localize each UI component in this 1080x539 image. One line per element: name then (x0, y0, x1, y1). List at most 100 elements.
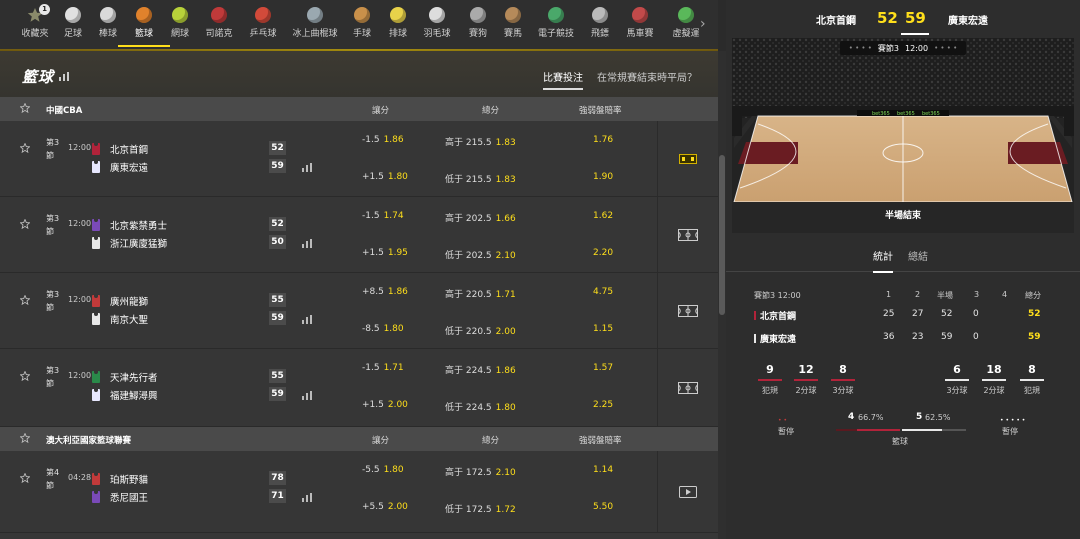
team1-stat: 12 2分球 (793, 363, 819, 396)
tab-summary[interactable]: 總結 (908, 248, 928, 263)
sport-tab-label: 乒乓球 (249, 29, 277, 39)
handicap-odds[interactable]: +1.5 1.95 (362, 248, 408, 258)
handicap-odds[interactable]: +1.5 1.80 (362, 172, 408, 182)
handicap-price: 1.86 (383, 135, 404, 145)
star-icon[interactable] (19, 432, 31, 444)
total-line: 高于 202.5 (445, 214, 492, 224)
match-media-button[interactable] (657, 273, 717, 348)
match-media-button[interactable] (657, 349, 717, 426)
handicap-odds[interactable]: -1.5 1.86 (362, 135, 404, 145)
sport-tab-ice-hockey[interactable]: 冰上曲棍球 (293, 7, 338, 45)
match-stats-button[interactable] (302, 493, 312, 505)
badminton-icon (429, 7, 445, 23)
stats-bars-icon[interactable] (302, 391, 312, 400)
moneyline-odds[interactable]: 1.14 (593, 465, 613, 475)
stat-underline (982, 379, 1006, 381)
match-period: 第3節 (46, 138, 60, 160)
handicap-odds[interactable]: -1.5 1.74 (362, 211, 404, 221)
handicap-price: 1.80 (387, 172, 408, 182)
moneyline-odds[interactable]: 5.50 (593, 502, 613, 512)
stats-bars-icon[interactable] (302, 315, 312, 324)
handicap-odds[interactable]: -8.5 1.80 (362, 324, 404, 334)
match-favorite[interactable] (19, 142, 31, 156)
match-clock: 12:00 (68, 219, 92, 228)
moneyline-odds[interactable]: 1.57 (593, 363, 613, 373)
match-row[interactable]: 第4節 04:28 珀斯野貓 78 悉尼國王 71 -5.5 1.80 高于 172.5 2.10… (0, 451, 718, 533)
row2-q1: 36 (883, 332, 895, 342)
match-favorite[interactable] (19, 472, 31, 486)
star-icon[interactable] (19, 370, 31, 382)
handicap-odds[interactable]: -1.5 1.71 (362, 363, 404, 373)
match-favorite[interactable] (19, 218, 31, 232)
stats-bars-icon[interactable] (59, 72, 69, 81)
match-clock: 12:00 (68, 143, 92, 152)
stats-bars-icon[interactable] (302, 163, 312, 172)
star-icon[interactable] (19, 218, 31, 230)
tab-stats[interactable]: 統計 (873, 248, 893, 273)
sport-tab-esports[interactable]: 電子競技 (534, 7, 578, 45)
match-row[interactable]: 第3節 12:00 天津先行者 55 福建鱘潯興 59 -1.5 1.71 高于 224.5 1.… (0, 349, 718, 427)
total-odds[interactable]: 低于 224.5 1.80 (445, 400, 516, 413)
handicap-odds[interactable]: +5.5 2.00 (362, 502, 408, 512)
match-row[interactable]: 第3節 12:00 北京紫禁勇士 52 浙江廣廈猛獅 50 -1.5 1.74 高于 202.5… (0, 197, 718, 273)
match-stats-button[interactable] (302, 391, 312, 403)
star-icon[interactable] (19, 142, 31, 154)
league-favorite[interactable] (19, 432, 31, 446)
star-icon[interactable] (19, 294, 31, 306)
scrollbar[interactable] (718, 51, 726, 539)
stats-bars-icon[interactable] (302, 493, 312, 502)
sport-tab-tennis[interactable]: 網球 (158, 7, 202, 45)
total-odds[interactable]: 低于 172.5 1.72 (445, 502, 516, 515)
match-favorite[interactable] (19, 370, 31, 384)
match-stats-button[interactable] (302, 315, 312, 327)
score-underline (901, 33, 929, 35)
moneyline-odds[interactable]: 2.20 (593, 248, 613, 258)
moneyline-odds[interactable]: 4.75 (593, 287, 613, 297)
total-odds[interactable]: 高于 220.5 1.71 (445, 287, 516, 300)
sport-tab-volleyball[interactable]: 排球 (376, 7, 420, 45)
star-icon[interactable] (19, 102, 31, 114)
sport-tab-snooker[interactable]: 司諾克 (197, 7, 241, 45)
moneyline-odds[interactable]: 1.62 (593, 211, 613, 221)
sport-tab-horse-racing[interactable]: 賽馬 (491, 7, 535, 45)
moneyline-odds[interactable]: 1.15 (593, 324, 613, 334)
match-stats-button[interactable] (302, 239, 312, 251)
match-row[interactable]: 第3節 12:00 廣州龍獅 55 南京大聖 59 +8.5 1.86 高于 220.5 1.71… (0, 273, 718, 349)
total-odds[interactable]: 低于 215.5 1.83 (445, 172, 516, 185)
handicap-odds[interactable]: +8.5 1.86 (362, 287, 408, 297)
scrollbar-thumb[interactable] (719, 155, 725, 315)
total-price: 1.72 (495, 505, 516, 515)
match-media-button[interactable] (657, 451, 717, 532)
sport-tab-darts[interactable]: 飛鏢 (578, 7, 622, 45)
moneyline-odds[interactable]: 1.90 (593, 172, 613, 182)
match-favorite[interactable] (19, 294, 31, 308)
match-media-button[interactable] (657, 197, 717, 272)
total-odds[interactable]: 低于 220.5 2.00 (445, 324, 516, 337)
col-handicap: 讓分 (372, 106, 390, 116)
star-icon[interactable] (19, 472, 31, 484)
match-stats-button[interactable] (302, 163, 312, 175)
handicap-odds[interactable]: -5.5 1.80 (362, 465, 404, 475)
handicap-odds[interactable]: +1.5 2.00 (362, 400, 408, 410)
total-odds[interactable]: 高于 224.5 1.86 (445, 363, 516, 376)
sport-tab-label: 手球 (352, 29, 371, 39)
moneyline-odds[interactable]: 2.25 (593, 400, 613, 410)
league-favorite[interactable] (19, 102, 31, 116)
stats-bars-icon[interactable] (302, 239, 312, 248)
total-odds[interactable]: 高于 172.5 2.10 (445, 465, 516, 478)
match-row[interactable]: 第3節 12:00 北京首鋼 52 廣東宏遠 59 -1.5 1.86 高于 215.5 1.83… (0, 121, 718, 197)
league-header: 澳大利亞國家籃球聯賽 讓分 總分 強弱盤賠率 (0, 427, 718, 451)
moneyline-odds[interactable]: 1.76 (593, 135, 613, 145)
tab-match-bet[interactable]: 比賽投注 (543, 69, 583, 90)
tab-regular-time-tie[interactable]: 在常規賽結束時平局？ (597, 69, 697, 84)
handicap-price: 2.00 (387, 502, 408, 512)
total-odds[interactable]: 高于 202.5 1.66 (445, 211, 516, 224)
total-odds[interactable]: 高于 215.5 1.83 (445, 135, 516, 148)
total-odds[interactable]: 低于 202.5 2.10 (445, 248, 516, 261)
sport-tab-badminton[interactable]: 羽毛球 (415, 7, 459, 45)
sport-tab-table-tennis[interactable]: 乒乓球 (241, 7, 285, 45)
team1-stat: 9 犯規 (757, 363, 783, 396)
sport-tab-harness[interactable]: 馬車賽 (618, 7, 662, 45)
chevron-right-icon[interactable]: › (700, 16, 706, 32)
match-media-button[interactable] (657, 121, 717, 196)
